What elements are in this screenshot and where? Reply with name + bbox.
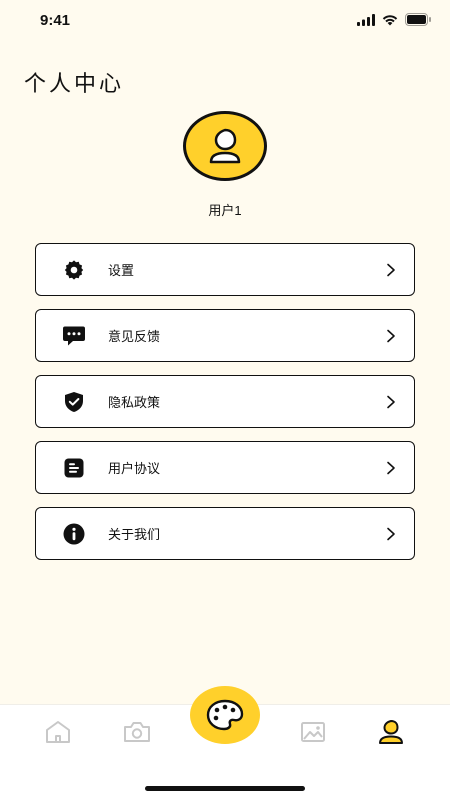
center-palette-button[interactable] [190, 686, 260, 744]
user-avatar-icon [209, 128, 241, 164]
page-title: 个人中心 [24, 71, 125, 96]
menu-item-settings[interactable]: 设置 [35, 243, 415, 296]
menu-item-label: 关于我们 [108, 527, 161, 542]
gear-icon [62, 258, 86, 282]
menu-item-label: 设置 [108, 263, 135, 278]
menu-item-label: 隐私政策 [108, 395, 161, 410]
username: 用户1 [208, 203, 242, 218]
status-time: 9:41 [40, 12, 71, 29]
chevron-right-icon [386, 395, 396, 414]
signal-icon [357, 13, 375, 26]
tab-home[interactable] [43, 719, 73, 745]
menu-item-label: 用户协议 [108, 461, 161, 476]
menu-item-privacy-policy[interactable]: 隐私政策 [35, 375, 415, 428]
menu-item-user-agreement[interactable]: 用户协议 [35, 441, 415, 494]
home-icon [46, 721, 70, 743]
chevron-right-icon [386, 329, 396, 348]
user-icon [379, 720, 403, 744]
tab-camera[interactable] [122, 719, 152, 745]
chevron-right-icon [386, 461, 396, 480]
chevron-right-icon [386, 527, 396, 546]
menu-item-label: 意见反馈 [108, 329, 161, 344]
status-bar: 9:41 [0, 0, 450, 44]
camera-icon [124, 722, 150, 742]
document-icon [62, 456, 86, 480]
menu-item-feedback[interactable]: 意见反馈 [35, 309, 415, 362]
wifi-icon [382, 14, 398, 25]
battery-icon [405, 13, 431, 26]
tab-gallery[interactable] [298, 719, 328, 745]
chat-bubble-icon [62, 324, 86, 348]
home-indicator[interactable] [145, 786, 305, 791]
shield-check-icon [62, 390, 86, 414]
info-icon [62, 522, 86, 546]
palette-icon [206, 699, 244, 731]
status-icons [357, 13, 432, 26]
menu-item-about-us[interactable]: 关于我们 [35, 507, 415, 560]
tab-profile[interactable] [376, 719, 406, 745]
image-icon [301, 722, 325, 742]
avatar[interactable] [183, 111, 267, 181]
chevron-right-icon [386, 263, 396, 282]
